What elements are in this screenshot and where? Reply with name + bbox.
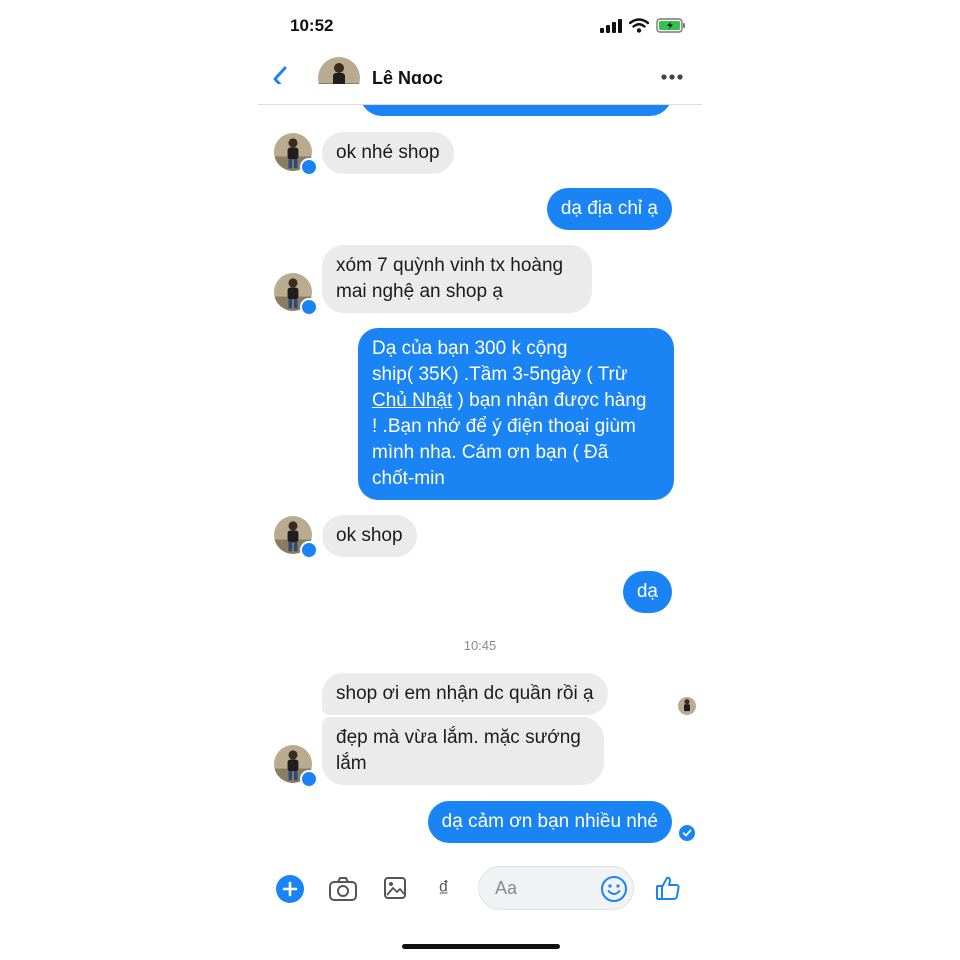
message-bubble-incoming[interactable]: ok nhé shop bbox=[322, 132, 454, 174]
signal-icon bbox=[600, 18, 622, 33]
message-line: mình nha. Cám ơn bạn ( Đã bbox=[372, 442, 609, 463]
message-bubble-outgoing[interactable]: dạ cảm ơn bạn nhiều nhé bbox=[427, 801, 672, 843]
camera-icon[interactable] bbox=[328, 876, 358, 902]
dong-icon[interactable]: ₫ bbox=[438, 876, 449, 902]
message-line: mai nghệ an shop ạ bbox=[336, 281, 503, 302]
emoji-icon[interactable] bbox=[600, 875, 628, 903]
delivered-check-icon bbox=[679, 825, 695, 841]
message-line: xóm 7 quỳnh vinh tx hoàng bbox=[336, 255, 564, 276]
date-link[interactable]: Chủ Nhật bbox=[372, 390, 452, 411]
message-line: ! .Bạn nhớ để ý điện thoại giùm bbox=[372, 416, 636, 437]
like-icon[interactable] bbox=[654, 874, 682, 902]
home-indicator[interactable] bbox=[402, 944, 560, 949]
message-line: chốt-min bbox=[372, 468, 445, 489]
wifi-icon bbox=[629, 18, 649, 33]
messenger-badge-icon bbox=[300, 158, 318, 176]
messenger-badge-icon bbox=[300, 770, 318, 788]
message-bubble-outgoing[interactable]: Dạ của bạn 300 k cộng ship( 35K) .Tầm 3-… bbox=[358, 328, 674, 500]
header-divider-line bbox=[258, 104, 702, 105]
read-receipt-avatar bbox=[678, 697, 696, 715]
message-line: ship( 35K) .Tầm 3-5ngày ( Trừ bbox=[372, 364, 628, 385]
messenger-badge-icon bbox=[300, 541, 318, 559]
message-bubble-outgoing[interactable]: dạ bbox=[622, 571, 672, 613]
status-time: 10:52 bbox=[290, 16, 334, 35]
message-bubble-incoming[interactable]: đẹp mà vừa lắm. mặc sướng lắm bbox=[322, 717, 604, 785]
status-icons bbox=[600, 18, 686, 33]
message-line: Chủ Nhật ) bạn nhận được hàng bbox=[372, 390, 647, 411]
message-line: đẹp mà vừa lắm. mặc sướng bbox=[336, 727, 581, 748]
message-bubble-incoming[interactable]: xóm 7 quỳnh vinh tx hoàng mai nghệ an sh… bbox=[322, 245, 592, 313]
timestamp-divider: 10:45 bbox=[463, 638, 497, 653]
messenger-badge-icon bbox=[300, 298, 318, 316]
message-input-placeholder: Aa bbox=[495, 878, 518, 898]
message-line: Dạ của bạn 300 k cộng bbox=[372, 338, 568, 359]
message-bubble-outgoing[interactable]: dạ địa chỉ ạ bbox=[546, 188, 672, 230]
message-bubble-incoming[interactable]: shop ơi em nhận dc quần rồi ạ bbox=[322, 673, 608, 715]
image-icon[interactable] bbox=[383, 876, 407, 900]
battery-icon bbox=[656, 18, 685, 33]
plus-icon[interactable] bbox=[276, 875, 304, 903]
messenger-screen: 10:52 Lê Ngọc ok nhé shop dạ địa chỉ ạ x… bbox=[258, 0, 702, 960]
message-line: lắm bbox=[336, 753, 367, 774]
message-bubble-incoming[interactable]: ok shop bbox=[322, 515, 417, 557]
header-background bbox=[258, 84, 702, 104]
